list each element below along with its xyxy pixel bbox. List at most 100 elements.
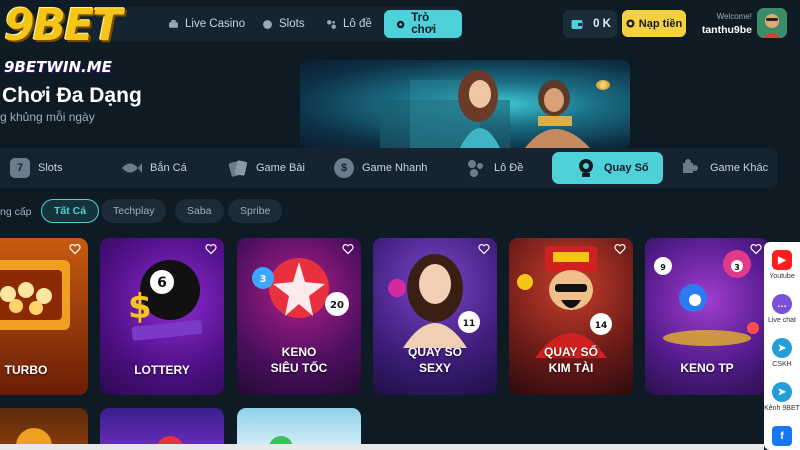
category-label: Lô Đề [494,162,524,174]
game-name: KENO [281,345,317,359]
banner-artwork [380,70,590,148]
social-side-panel: ▶ Youtube … Live chat ➤ CSKH ➤ Kênh 9BET… [764,242,800,450]
svg-text:9: 9 [660,263,666,272]
category-label: Slots [38,162,63,174]
provider-filter-label: ng cấp [0,206,32,218]
svg-text:$: $ [128,287,152,327]
cskh-telegram-link[interactable]: ➤ CSKH [764,338,800,368]
favorite-heart-icon[interactable] [478,243,490,255]
dice-icon [468,160,483,177]
category-fast-games[interactable]: $ Game Nhanh [334,148,427,188]
avatar[interactable] [757,8,787,38]
puzzle-icon [683,159,698,173]
svg-text:3: 3 [260,274,267,285]
lottery-icon [327,19,336,29]
nav-lottery[interactable]: Lô đề [326,7,372,41]
youtube-icon: ▶ [772,250,792,270]
game-card-keno-tp[interactable]: 3 9 KENO TP [645,238,769,395]
small-coin-decoration [596,80,610,90]
hero-title: Chơi Đa Dạng [2,84,142,107]
slots-7-icon: 7 [10,158,30,178]
category-card-games[interactable]: Game Bài [228,148,305,188]
live-casino-icon [169,19,178,28]
filter-chip-techplay[interactable]: Techplay [101,199,167,223]
nav-label: Live Casino [185,18,246,30]
filter-chip-all[interactable]: Tất Cả [41,199,100,223]
category-label: Bắn Cá [150,162,187,174]
svg-text:6: 6 [157,275,167,291]
deposit-button[interactable]: Nạp tiền [622,10,686,37]
nav-label: Trò chơi [411,12,437,36]
wallet-icon [571,19,583,29]
user-avatar-icon [757,8,787,38]
svg-text:14: 14 [595,321,608,331]
welcome-text: Welcome! [716,12,752,21]
game-card-keno-sieu-toc[interactable]: 3 20 KENO SIÊU TỐC [237,238,361,395]
game-card-turbo[interactable]: TURBO [0,238,88,395]
social-label: CSKH [772,361,792,368]
game-name: QUAY SỐ [543,345,599,359]
channel-telegram-link[interactable]: ➤ Kênh 9BET [764,382,800,412]
brand-logo[interactable]: 9BET 9BETWIN.ME [0,0,160,82]
nav-label: Slots [279,18,305,30]
svg-text:11: 11 [463,319,476,329]
category-quay-so[interactable]: Quay Số [552,152,663,184]
category-fishing[interactable]: Bắn Cá [120,148,187,188]
telegram-icon: ➤ [772,338,792,358]
lottery-machine-icon [579,159,593,177]
category-label: Game Bài [256,162,305,174]
cards-icon [228,160,247,177]
social-label: Live chat [767,317,797,324]
logo-url-text: 9BETWIN.ME [4,58,112,76]
game-name-line2: KIM TÀI [548,361,594,375]
youtube-link[interactable]: ▶ Youtube [764,250,800,280]
deposit-label: Nạp tiền [638,17,683,30]
filter-chip-saba[interactable]: Saba [175,199,224,223]
game-name-line2: SEXY [418,361,451,375]
category-label: Game Nhanh [362,162,428,174]
nav-games[interactable]: Trò chơi [384,10,462,38]
game-name: KENO TP [680,361,734,375]
hero-subtitle: g khủng mỗi ngày [0,110,95,124]
favorite-heart-icon[interactable] [69,243,81,255]
category-bar: 7 Slots Bắn Cá Game Bài $ Game Nhanh Lô … [0,148,778,188]
facebook-link[interactable]: f [764,426,800,446]
live-chat-link[interactable]: … Live chat [764,294,800,324]
svg-text:3: 3 [734,263,740,272]
game-icon [396,20,405,28]
balance-value: 0 K [593,18,611,30]
category-label: Game Khác [710,162,769,174]
category-lo-de[interactable]: Lô Đề [466,148,523,188]
game-name-line2: SIÊU TỐC [270,361,328,375]
facebook-icon: f [772,426,792,446]
social-label: Kênh 9BET [764,405,800,412]
slots-icon [263,19,272,29]
game-name: QUAY SỐ [407,345,463,359]
favorite-heart-icon[interactable] [342,243,354,255]
nav-live-casino[interactable]: Live Casino [168,7,245,41]
dollar-icon: $ [334,158,354,178]
coin-icon [626,19,635,28]
svg-text:20: 20 [330,300,344,311]
promo-banner[interactable] [300,60,630,148]
category-other-games[interactable]: Game Khác [680,148,768,188]
game-name: LOTTERY [134,363,190,377]
nav-slots[interactable]: Slots [262,7,305,41]
favorite-heart-icon[interactable] [614,243,626,255]
telegram-icon: ➤ [772,382,792,402]
fish-icon [122,163,142,173]
chat-icon: … [772,294,792,314]
category-label: Quay Số [604,162,649,174]
favorite-heart-icon[interactable] [205,243,217,255]
favorite-heart-icon[interactable] [750,243,762,255]
filter-chip-spribe[interactable]: Spribe [228,199,283,223]
game-card-quay-so-sexy[interactable]: 11 QUAY SỐ SEXY [373,238,497,395]
social-label: Youtube [769,273,795,280]
username[interactable]: tanthu9be [692,24,752,36]
wallet-balance[interactable]: 0 K [563,10,617,38]
game-card-quay-so-kim-tai[interactable]: 14 QUAY SỐ KIM TÀI [509,238,633,395]
category-slots[interactable]: 7 Slots [10,148,62,188]
game-name: TURBO [4,363,48,377]
game-card-lottery[interactable]: 6 $ LOTTERY [100,238,224,395]
nav-label: Lô đề [343,18,372,30]
